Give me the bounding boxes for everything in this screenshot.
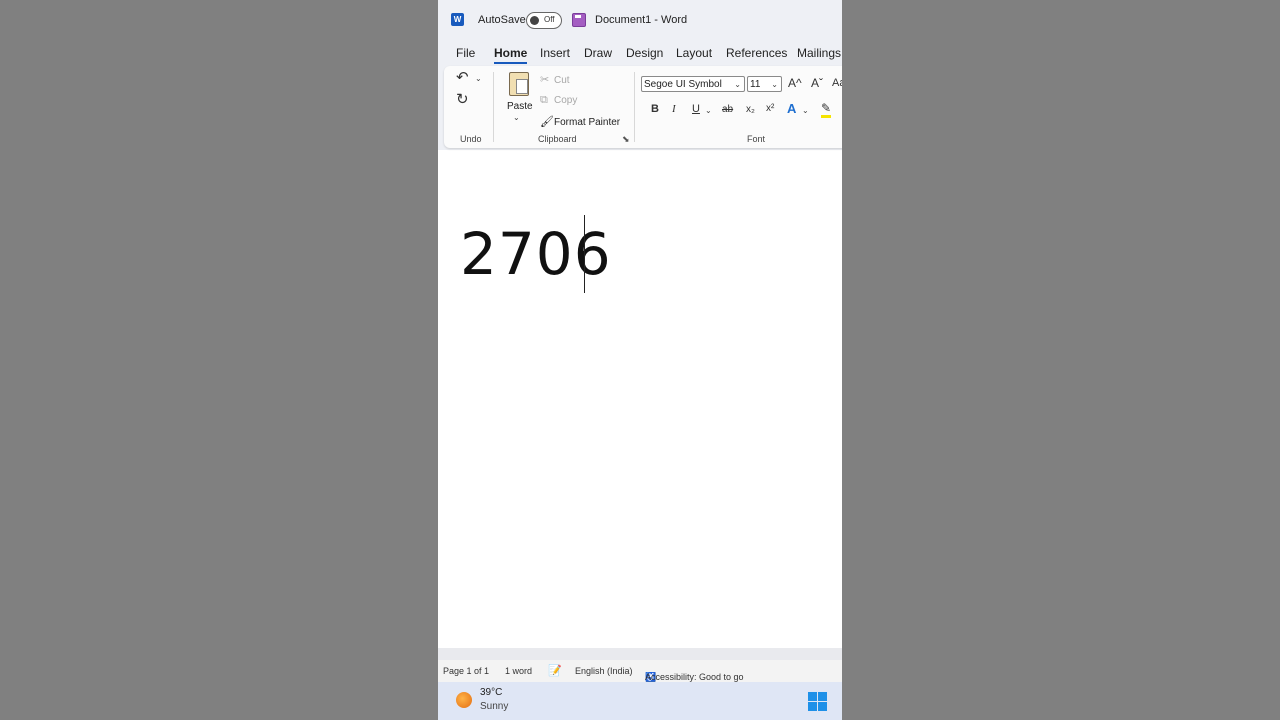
underline-dropdown-icon[interactable]: ⌄ bbox=[705, 106, 712, 115]
word-logo-icon: W bbox=[451, 13, 464, 26]
grow-font-button[interactable]: A^ bbox=[788, 76, 802, 90]
status-bar: Page 1 of 1 1 word 📝 English (India) ♿ A… bbox=[438, 660, 842, 682]
proofing-icon[interactable]: 📝 bbox=[548, 664, 562, 677]
change-case-button[interactable]: Aa bbox=[832, 77, 842, 89]
autosave-label: AutoSave bbox=[478, 14, 526, 26]
scroll-divider bbox=[438, 648, 842, 660]
tab-draw[interactable]: Draw bbox=[584, 46, 612, 60]
redo-icon[interactable]: ↻ bbox=[456, 90, 469, 108]
clipboard-group-label: Clipboard bbox=[538, 134, 577, 144]
toggle-knob bbox=[530, 16, 539, 25]
tab-file[interactable]: File bbox=[456, 46, 475, 60]
copy-label: Copy bbox=[554, 95, 578, 106]
tab-mailings[interactable]: Mailings bbox=[797, 46, 841, 60]
left-backdrop bbox=[0, 0, 438, 720]
copy-icon: ⧉ bbox=[540, 94, 548, 106]
text-effects-dropdown-icon[interactable]: ⌄ bbox=[802, 106, 809, 115]
paste-dropdown-icon[interactable]: ⌄ bbox=[513, 113, 520, 122]
page-count[interactable]: Page 1 of 1 bbox=[443, 666, 489, 676]
tab-insert[interactable]: Insert bbox=[540, 46, 570, 60]
tab-layout[interactable]: Layout bbox=[676, 46, 712, 60]
ribbon-home: ↶ ⌄ ↻ Undo Paste ⌄ ✂ Cut ⧉ Copy 🖌Format Pa… bbox=[444, 66, 842, 148]
paste-icon[interactable] bbox=[509, 72, 529, 96]
format-painter-label: Format Painter bbox=[554, 117, 621, 128]
text-effects-button[interactable]: A bbox=[787, 101, 796, 116]
font-name-value: Segoe UI Symbol bbox=[644, 79, 722, 90]
cut-label: Cut bbox=[554, 75, 570, 86]
windows-start-icon[interactable] bbox=[808, 692, 827, 711]
tab-design[interactable]: Design bbox=[626, 46, 663, 60]
group-separator bbox=[634, 72, 635, 142]
format-painter-button[interactable]: 🖌Format Painter bbox=[540, 115, 620, 128]
italic-button[interactable]: I bbox=[672, 103, 676, 115]
title-bar: W AutoSave Off Document1 - Word bbox=[438, 0, 842, 40]
clipboard-launcher-icon[interactable]: ⬊ bbox=[622, 134, 630, 145]
chevron-down-icon: ⌄ bbox=[734, 80, 741, 89]
paste-button[interactable]: Paste bbox=[507, 101, 533, 112]
subscript-button[interactable]: x₂ bbox=[746, 104, 755, 115]
tab-references[interactable]: References bbox=[726, 46, 787, 60]
undo-group-label: Undo bbox=[460, 134, 482, 144]
word-count[interactable]: 1 word bbox=[505, 666, 532, 676]
font-group-label: Font bbox=[747, 134, 766, 144]
undo-icon[interactable]: ↶ bbox=[456, 68, 469, 86]
group-separator bbox=[493, 72, 494, 142]
document-title: Document1 - Word bbox=[595, 14, 688, 26]
weather-temperature[interactable]: 39°C bbox=[480, 687, 502, 698]
accessibility-label: Accessibility: Good to go bbox=[645, 672, 744, 682]
weather-condition[interactable]: Sunny bbox=[480, 701, 508, 712]
document-text[interactable]: 2706 bbox=[460, 220, 612, 288]
right-backdrop bbox=[842, 0, 1280, 720]
font-size-value: 11 bbox=[750, 79, 761, 90]
taskbar: 39°C Sunny bbox=[438, 682, 842, 720]
undo-dropdown-icon[interactable]: ⌄ bbox=[475, 74, 482, 83]
language-indicator[interactable]: English (India) bbox=[575, 666, 633, 676]
tab-home[interactable]: Home bbox=[494, 46, 528, 64]
ribbon-tabs: File Home Insert Draw Design Layout Refe… bbox=[438, 40, 842, 66]
superscript-button[interactable]: x² bbox=[766, 103, 774, 114]
save-icon[interactable] bbox=[572, 13, 586, 27]
copy-button[interactable]: ⧉ Copy bbox=[540, 94, 577, 107]
autosave-toggle[interactable]: Off bbox=[526, 12, 562, 29]
bold-button[interactable]: B bbox=[651, 103, 659, 115]
strikethrough-button[interactable]: ab bbox=[722, 104, 733, 115]
word-window: W AutoSave Off Document1 - Word File Hom… bbox=[438, 0, 842, 720]
font-name-select[interactable]: Segoe UI Symbol ⌄ bbox=[641, 76, 745, 92]
scissors-icon: ✂ bbox=[540, 74, 550, 86]
shrink-font-button[interactable]: Aˇ bbox=[811, 76, 823, 90]
font-size-select[interactable]: 11 ⌄ bbox=[747, 76, 782, 92]
cut-button[interactable]: ✂ Cut bbox=[540, 73, 570, 86]
underline-button[interactable]: U bbox=[692, 103, 700, 115]
highlight-icon[interactable]: ✎ bbox=[821, 101, 832, 118]
paintbrush-icon: 🖌 bbox=[540, 116, 554, 128]
chevron-down-icon: ⌄ bbox=[771, 80, 778, 89]
text-cursor bbox=[584, 215, 585, 293]
autosave-state: Off bbox=[544, 15, 555, 24]
weather-sun-icon[interactable] bbox=[456, 692, 472, 708]
